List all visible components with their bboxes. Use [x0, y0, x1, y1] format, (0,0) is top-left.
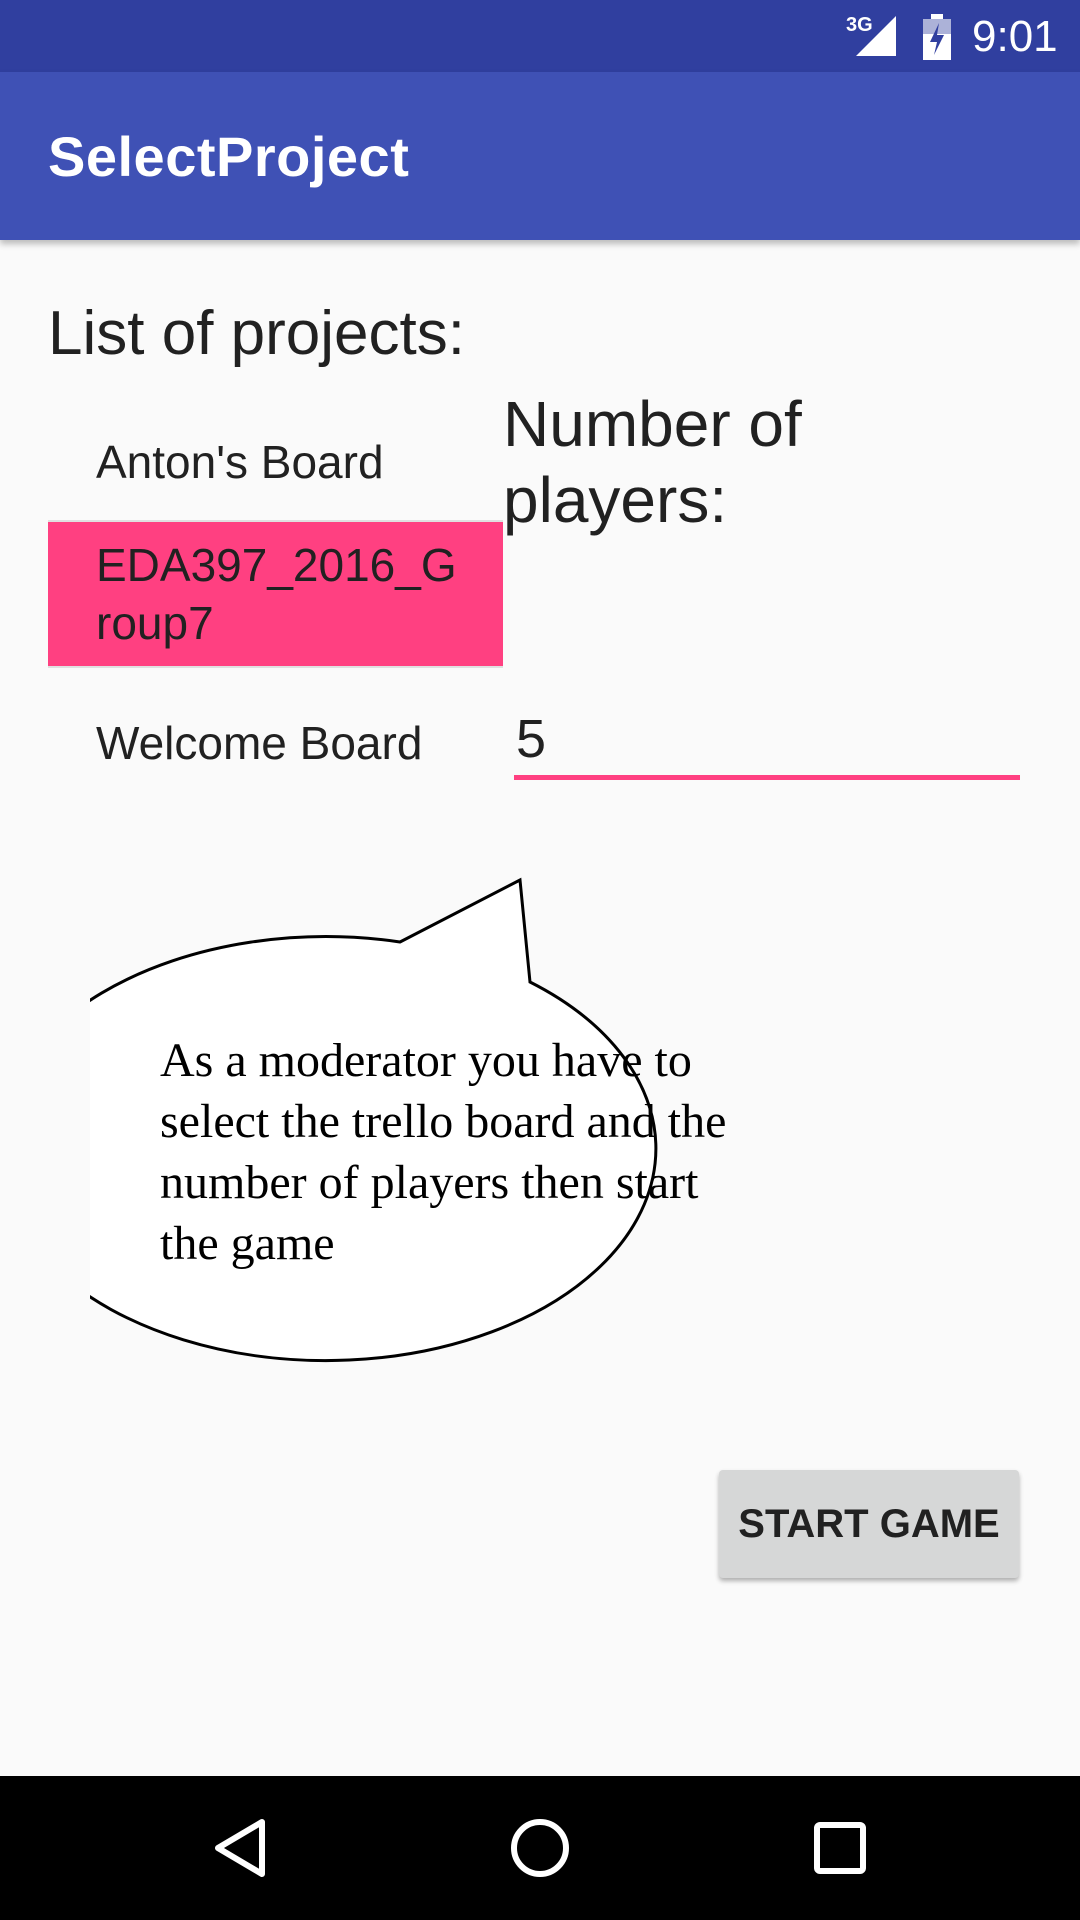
status-bar: 3G 9:01 — [0, 0, 1080, 72]
project-item-antons-board[interactable]: Anton's Board — [48, 404, 503, 520]
speech-bubble-text: As a moderator you have to select the tr… — [160, 1034, 727, 1270]
project-item-eda397[interactable]: EDA397_2016_G roup7 — [48, 522, 503, 666]
project-list: Anton's Board EDA397_2016_G roup7 Welcom… — [48, 404, 503, 818]
players-count-value: 5 — [516, 709, 547, 769]
projects-heading: List of projects: — [48, 299, 465, 368]
battery-charging-icon — [922, 14, 952, 65]
project-item-label: Welcome Board — [96, 717, 423, 769]
clock: 9:01 — [972, 12, 1058, 61]
navigation-bar — [0, 1776, 1080, 1920]
project-item-label: EDA397_2016_G roup7 — [96, 539, 457, 649]
players-count-input[interactable]: 5 — [514, 700, 1020, 780]
app-title: SelectProject — [48, 125, 410, 188]
players-heading: Number of players: — [503, 388, 802, 536]
start-game-button[interactable]: START GAME — [719, 1470, 1019, 1578]
app-bar: SelectProject — [0, 72, 1080, 240]
signal-icon — [854, 14, 900, 63]
project-item-label: Anton's Board — [96, 436, 384, 488]
home-icon[interactable] — [450, 1776, 630, 1920]
project-item-welcome-board[interactable]: Welcome Board — [48, 668, 503, 818]
recents-icon[interactable] — [750, 1776, 930, 1920]
back-icon[interactable] — [150, 1776, 330, 1920]
